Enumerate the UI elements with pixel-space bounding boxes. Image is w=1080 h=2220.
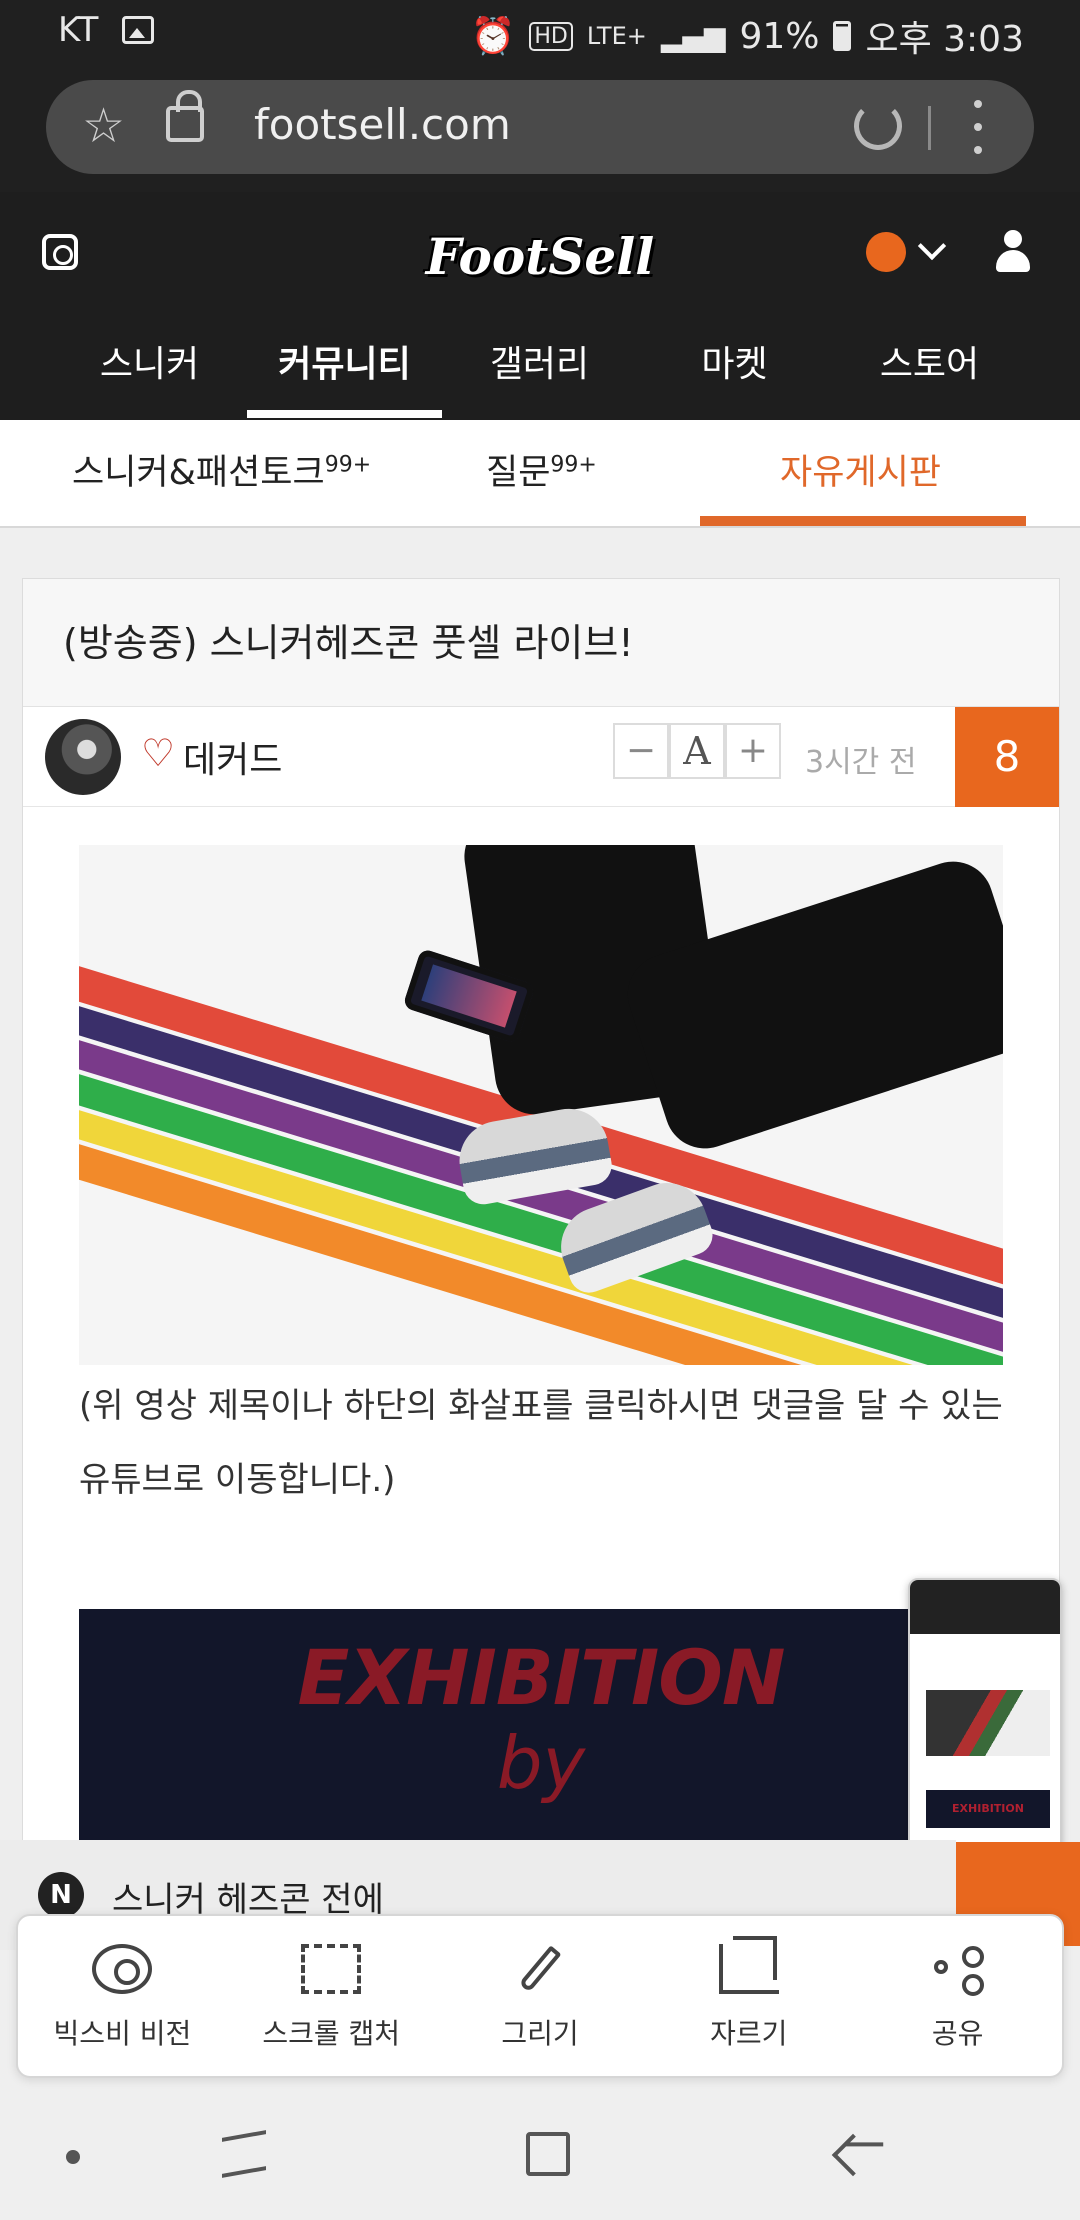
eye-icon bbox=[92, 1944, 153, 1994]
browser-toolbar: ☆ footsell.com bbox=[0, 62, 1080, 192]
nav-store[interactable]: 스토어 bbox=[832, 320, 1027, 420]
avatar[interactable] bbox=[45, 719, 121, 795]
capture-toolbar: 빅스비 비전 스크롤 캡처 그리기 자르기 공유 bbox=[16, 1914, 1064, 2078]
subtab-free-board[interactable]: 자유게시판 bbox=[780, 444, 941, 495]
post-card: (방송중) 스니커헤즈콘 풋셀 라이브! ♡ 데커드 − A + 3시간 전 8 bbox=[22, 578, 1060, 1979]
nav-gallery[interactable]: 갤러리 bbox=[442, 320, 637, 420]
status-bar: KT ⏰ HD LTE+ ▂▄▆ 91% 오후 3:03 bbox=[0, 0, 1080, 62]
nav-community[interactable]: 커뮤니티 bbox=[247, 320, 442, 420]
nav-market[interactable]: 마켓 bbox=[637, 320, 832, 420]
lock-icon[interactable] bbox=[166, 90, 204, 142]
font-reset-button[interactable]: A bbox=[669, 723, 725, 779]
recents-icon[interactable] bbox=[222, 2130, 266, 2178]
font-increase-button[interactable]: + bbox=[725, 723, 781, 779]
thumbnail-banner: EXHIBITION bbox=[926, 1790, 1050, 1828]
alarm-icon: ⏰ bbox=[470, 16, 516, 57]
site-header: FootSell bbox=[0, 192, 1080, 320]
crop-button[interactable]: 자르기 bbox=[644, 1916, 853, 2076]
subtab-sneaker-fashion-talk[interactable]: 스니커&패션토크99+ bbox=[72, 444, 371, 495]
tool-label: 스크롤 캡처 bbox=[262, 2017, 401, 2050]
active-tab-indicator bbox=[700, 516, 1026, 526]
font-size-control: − A + bbox=[613, 723, 781, 779]
url-divider bbox=[928, 106, 931, 150]
home-icon[interactable] bbox=[526, 2132, 570, 2176]
tool-label: 자르기 bbox=[710, 2017, 788, 2050]
banner-subtitle: by bbox=[496, 1721, 586, 1805]
signal-icon: ▂▄▆ bbox=[660, 19, 726, 53]
back-arrow-icon[interactable] bbox=[831, 2133, 875, 2177]
address-bar[interactable]: ☆ footsell.com bbox=[46, 80, 1034, 174]
image-notification-icon bbox=[122, 16, 155, 44]
subtab-question[interactable]: 질문99+ bbox=[486, 444, 597, 495]
scroll-capture-button[interactable]: 스크롤 캡처 bbox=[227, 1916, 436, 2076]
share-icon bbox=[928, 1944, 988, 1996]
battery-icon bbox=[833, 21, 852, 51]
user-icon[interactable] bbox=[996, 230, 1030, 274]
more-menu-icon[interactable] bbox=[974, 100, 982, 154]
font-decrease-button[interactable]: − bbox=[613, 723, 669, 779]
site-logo[interactable]: FootSell bbox=[426, 214, 654, 298]
carrier-label: KT bbox=[58, 10, 99, 50]
crop-icon bbox=[718, 1936, 779, 1994]
thumbnail-video bbox=[926, 1690, 1050, 1756]
post-title: (방송중) 스니커헤즈콘 풋셀 라이브! bbox=[23, 579, 1059, 707]
nav-dot-icon[interactable] bbox=[66, 2150, 80, 2164]
pen-icon bbox=[518, 1945, 562, 1993]
n-badge-icon: N bbox=[38, 1872, 84, 1918]
tool-label: 그리기 bbox=[501, 2017, 579, 2050]
banner-title: EXHIBITION bbox=[297, 1633, 786, 1722]
thumbnail-header bbox=[910, 1580, 1060, 1634]
reload-icon[interactable] bbox=[854, 102, 902, 150]
tool-label: 공유 bbox=[931, 2017, 984, 2050]
comment-count-badge[interactable]: 8 bbox=[955, 707, 1059, 807]
battery-percent: 91% bbox=[739, 15, 820, 57]
system-nav-bar bbox=[0, 2090, 1080, 2220]
draw-button[interactable]: 그리기 bbox=[436, 1916, 645, 2076]
heart-icon[interactable]: ♡ bbox=[141, 731, 175, 775]
video-embed[interactable] bbox=[79, 845, 1003, 1365]
nav-sneaker[interactable]: 스니커 bbox=[52, 320, 247, 420]
bixby-vision-button[interactable]: 빅스비 비전 bbox=[18, 1916, 227, 2076]
clock: 오후 3:03 bbox=[865, 19, 1024, 60]
post-meta: ♡ 데커드 − A + 3시간 전 8 bbox=[23, 707, 1059, 807]
post-caption: (위 영상 제목이나 하단의 화살표를 클릭하시면 댓글을 달 수 있는 유튜브… bbox=[79, 1386, 1003, 1500]
scroll-capture-icon bbox=[301, 1944, 362, 1994]
bookmark-star-icon[interactable]: ☆ bbox=[82, 100, 125, 152]
share-button[interactable]: 공유 bbox=[853, 1916, 1062, 2076]
main-nav: 스니커 커뮤니티 갤러리 마켓 스토어 bbox=[0, 320, 1080, 420]
sub-nav: 스니커&패션토크99+ 질문99+ 자유게시판 bbox=[0, 420, 1080, 528]
author-name[interactable]: 데커드 bbox=[183, 731, 282, 783]
chevron-down-icon[interactable] bbox=[917, 231, 947, 261]
screenshot-thumbnail[interactable]: EXHIBITION bbox=[908, 1578, 1062, 1880]
post-time: 3시간 전 bbox=[805, 745, 917, 780]
hd-voice-icon: HD bbox=[529, 21, 573, 51]
network-type: LTE+ bbox=[586, 22, 647, 50]
screen: KT ⏰ HD LTE+ ▂▄▆ 91% 오후 3:03 ☆ footsell.… bbox=[0, 0, 1080, 2220]
tool-label: 빅스비 비전 bbox=[53, 2017, 192, 2050]
url-text[interactable]: footsell.com bbox=[254, 100, 511, 149]
theme-color-dot[interactable] bbox=[866, 232, 906, 272]
instagram-icon[interactable] bbox=[42, 234, 78, 270]
